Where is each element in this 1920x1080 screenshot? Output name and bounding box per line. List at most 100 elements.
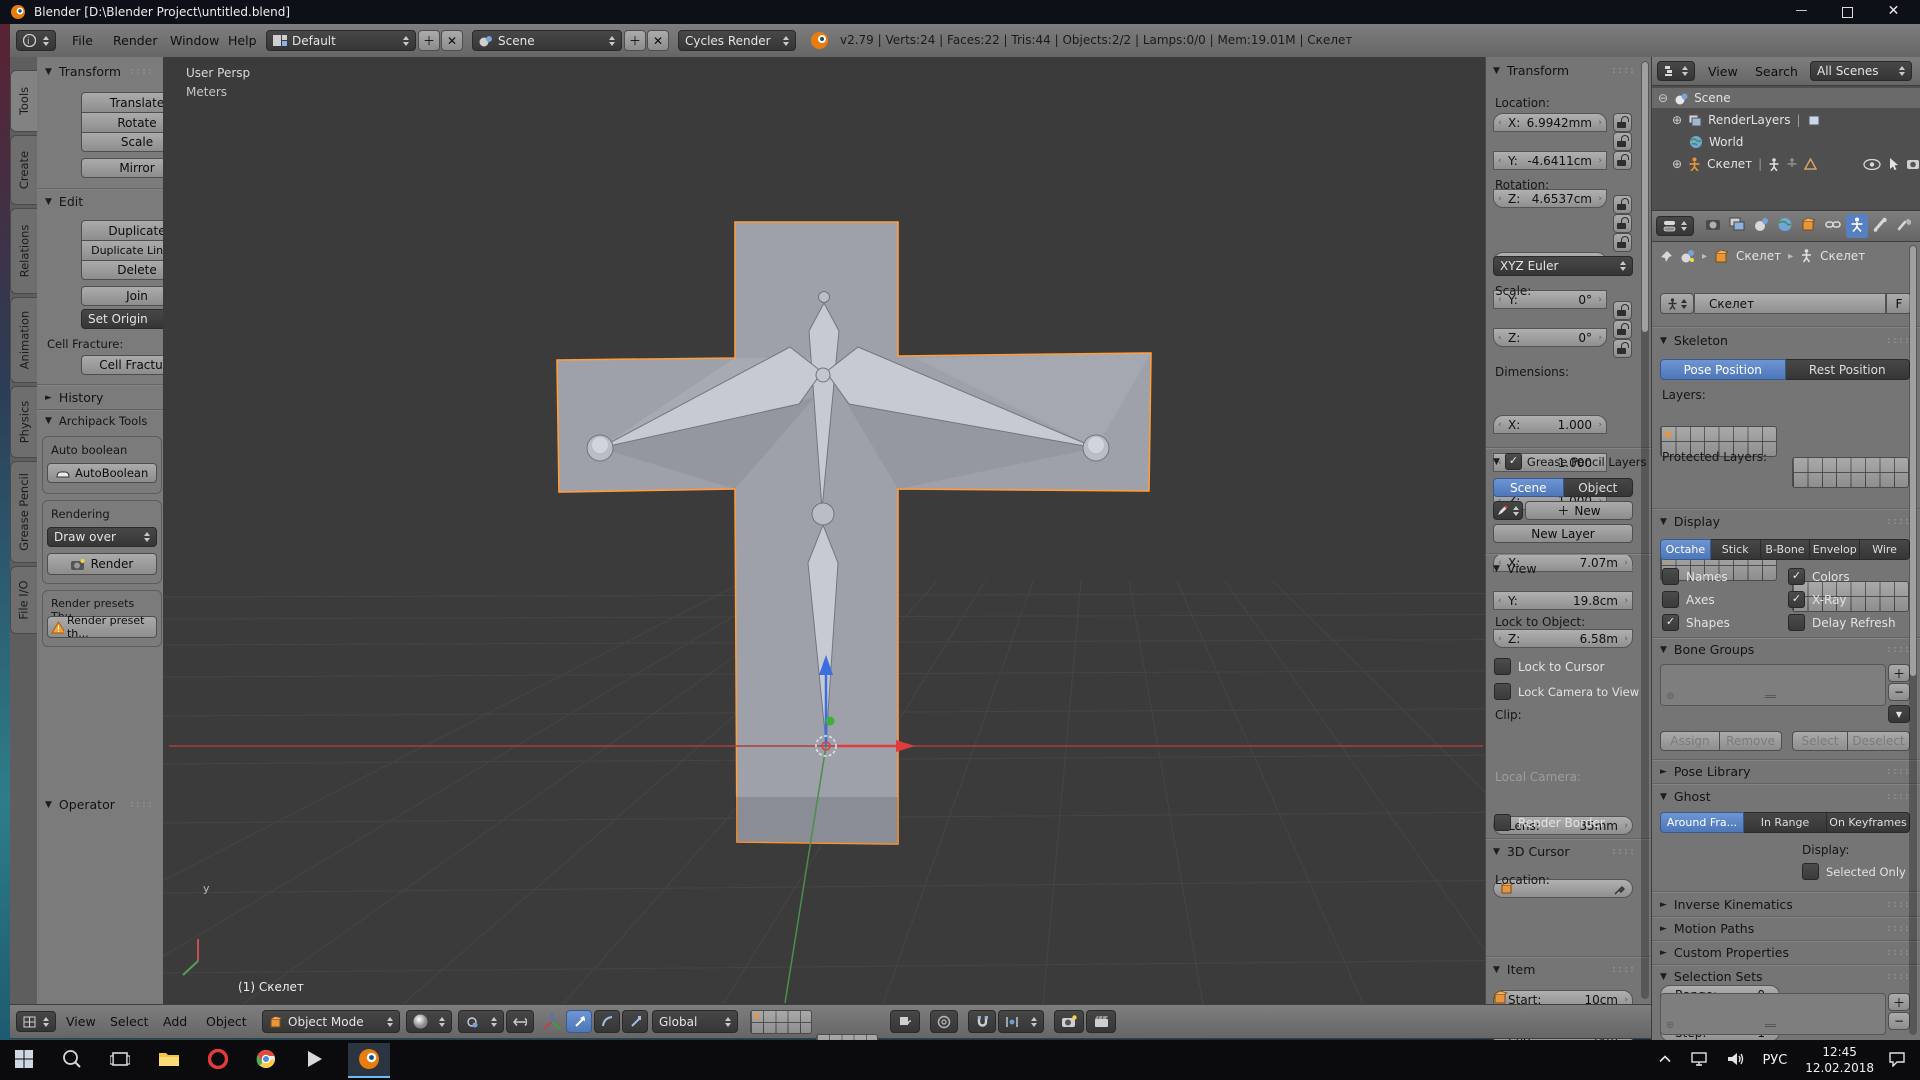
breadcrumb-object-icon[interactable] xyxy=(1714,249,1729,263)
tab-armature-data[interactable] xyxy=(1846,214,1868,238)
tab-physics[interactable]: Physics xyxy=(10,386,37,458)
outliner-row-world[interactable]: World xyxy=(1672,132,1912,152)
viewport-layers-grid-1[interactable] xyxy=(750,1010,812,1034)
bone-group-deselect-button[interactable]: Deselect xyxy=(1848,731,1910,751)
ghost-panel-header[interactable]: ▼Ghost xyxy=(1660,789,1711,804)
layout-delete-button[interactable]: ✕ xyxy=(441,30,463,51)
rotation-z-lock[interactable] xyxy=(1613,233,1632,252)
render-opengl-anim-button[interactable] xyxy=(1086,1010,1116,1033)
location-x-field[interactable]: ‹X:6.9942mm› xyxy=(1493,113,1607,132)
viewport-menu-object[interactable]: Object xyxy=(206,1014,247,1029)
auto-boolean-button[interactable]: AutoBoolean xyxy=(47,463,157,483)
display-panel-header[interactable]: ▼Display xyxy=(1660,514,1720,529)
clock[interactable]: 12:45 12.02.2018 xyxy=(1805,1044,1874,1076)
npanel-scrollbar[interactable] xyxy=(1641,61,1649,999)
tab-render-layers[interactable] xyxy=(1726,214,1748,238)
chrome-button[interactable] xyxy=(256,1049,276,1072)
tab-create[interactable]: Create xyxy=(10,135,37,205)
id-name-field[interactable]: Скелет xyxy=(1694,293,1886,314)
selection-set-add-button[interactable]: ＋ xyxy=(1888,993,1910,1011)
draw-over-dropdown[interactable]: Draw over xyxy=(47,527,157,547)
display-names-row[interactable]: Names xyxy=(1662,568,1728,585)
scale-z-lock[interactable] xyxy=(1613,339,1632,358)
gp-object-tab[interactable]: Object xyxy=(1564,478,1634,497)
rest-position-button[interactable]: Rest Position xyxy=(1786,359,1911,380)
display-delay-row[interactable]: Delay Refresh xyxy=(1788,614,1896,631)
grease-pencil-checkbox[interactable]: ✓ xyxy=(1505,453,1522,470)
panel-history-header[interactable]: ►History xyxy=(45,390,103,405)
inverse-kinematics-panel-header[interactable]: ►Inverse Kinematics xyxy=(1660,897,1793,912)
axes-checkbox[interactable] xyxy=(1662,591,1679,608)
ghost-around-frame[interactable]: Around Fra... xyxy=(1660,812,1744,833)
transform-orientation-dropdown[interactable]: Global xyxy=(652,1010,738,1033)
skeleton-panel-header[interactable]: ▼Skeleton xyxy=(1660,333,1728,348)
delay-refresh-checkbox[interactable] xyxy=(1788,614,1805,631)
editor-type-button[interactable]: i xyxy=(16,30,56,51)
breadcrumb-armature-icon[interactable] xyxy=(1800,249,1813,263)
selected-only-checkbox[interactable] xyxy=(1802,863,1819,880)
selectability-cursor-icon[interactable] xyxy=(1889,157,1900,170)
taskbar-blender-button[interactable] xyxy=(348,1043,390,1078)
scene-delete-button[interactable]: ✕ xyxy=(647,30,669,51)
pivot-point-dropdown[interactable] xyxy=(458,1010,504,1033)
panel-transform-header[interactable]: ▼Transform xyxy=(45,64,121,79)
viewport-menu-add[interactable]: Add xyxy=(163,1014,187,1029)
display-colors-row[interactable]: ✓Colors xyxy=(1788,568,1850,585)
armature-layers-grid-2[interactable] xyxy=(1792,457,1909,488)
render-border-checkbox[interactable] xyxy=(1494,814,1511,831)
bone-group-add-button[interactable]: ＋ xyxy=(1888,664,1910,682)
dimensions-y-field[interactable]: ‹Y:19.8cm› xyxy=(1493,591,1633,610)
renderability-camera-icon[interactable] xyxy=(1906,158,1920,170)
outliner-menu-search[interactable]: Search xyxy=(1755,64,1798,79)
tab-render[interactable] xyxy=(1702,214,1724,238)
tab-constraints[interactable] xyxy=(1822,214,1844,238)
rotation-z-field[interactable]: ‹Z:0°› xyxy=(1493,328,1607,347)
rotation-mode-dropdown[interactable]: XYZ Euler xyxy=(1493,256,1633,276)
manipulator-translate-button[interactable] xyxy=(566,1010,592,1033)
gp-scene-tab[interactable]: Scene xyxy=(1493,478,1564,497)
gp-pencil-dropdown[interactable] xyxy=(1493,501,1523,520)
taskbar-search-button[interactable] xyxy=(62,1049,82,1072)
tab-file-io[interactable]: File I/O xyxy=(10,566,37,634)
properties-scrollbar[interactable] xyxy=(1909,245,1917,1035)
pose-library-panel-header[interactable]: ►Pose Library xyxy=(1660,764,1751,779)
tab-world[interactable] xyxy=(1774,214,1796,238)
opera-button[interactable] xyxy=(208,1049,228,1072)
proportional-edit-button[interactable] xyxy=(930,1010,958,1033)
notification-center-icon[interactable] xyxy=(1888,1051,1906,1070)
render-button[interactable]: Render xyxy=(47,553,157,575)
ghost-in-range[interactable]: In Range xyxy=(1744,812,1827,833)
panel-archipack-header[interactable]: ▼Archipack Tools xyxy=(45,414,147,428)
display-axes-row[interactable]: Axes xyxy=(1662,591,1715,608)
properties-editor-type-button[interactable] xyxy=(1656,216,1694,236)
grease-pencil-header[interactable]: ▼✓ Grease Pencil Layers xyxy=(1493,453,1646,470)
scene-add-button[interactable]: ＋ xyxy=(624,30,646,51)
ghost-on-keyframes[interactable]: On Keyframes xyxy=(1827,812,1910,833)
lock-to-cursor-row[interactable]: Lock to Cursor xyxy=(1494,658,1604,675)
outliner-menu-view[interactable]: View xyxy=(1708,64,1738,79)
menu-help[interactable]: Help xyxy=(228,33,257,48)
bone-group-unassign-button[interactable]: Remove xyxy=(1720,731,1782,751)
display-bbone[interactable]: B-Bone xyxy=(1761,539,1811,560)
start-button[interactable] xyxy=(14,1049,34,1072)
viewport-editor-type-button[interactable] xyxy=(16,1011,56,1032)
viewport-shading-dropdown[interactable] xyxy=(406,1010,452,1033)
scene-selector[interactable]: Scene xyxy=(472,30,622,51)
breadcrumb-data-name[interactable]: Скелет xyxy=(1820,249,1865,263)
ghost-selected-only-row[interactable]: Selected Only xyxy=(1802,863,1906,880)
display-wire[interactable]: Wire xyxy=(1860,539,1910,560)
motion-paths-panel-header[interactable]: ►Motion Paths xyxy=(1660,921,1754,936)
gp-new-button[interactable]: ＋New xyxy=(1525,501,1633,520)
layout-add-button[interactable]: ＋ xyxy=(418,30,440,51)
custom-properties-panel-header[interactable]: ►Custom Properties xyxy=(1660,945,1789,960)
item-panel-header[interactable]: ▼Item xyxy=(1493,962,1535,977)
file-explorer-button[interactable] xyxy=(158,1050,180,1071)
render-border-row[interactable]: Render Border xyxy=(1494,814,1605,831)
npanel-transform-header[interactable]: ▼Transform xyxy=(1493,63,1569,78)
cursor3d-panel-header[interactable]: ▼3D Cursor xyxy=(1493,844,1570,859)
selection-sets-list[interactable]: ⊕ ══ xyxy=(1660,993,1886,1035)
bone-groups-panel-header[interactable]: ▼Bone Groups xyxy=(1660,642,1754,657)
visibility-eye-icon[interactable] xyxy=(1863,159,1881,170)
xray-checkbox[interactable]: ✓ xyxy=(1788,591,1805,608)
pose-rest-toggle[interactable]: Pose Position Rest Position xyxy=(1660,359,1910,380)
